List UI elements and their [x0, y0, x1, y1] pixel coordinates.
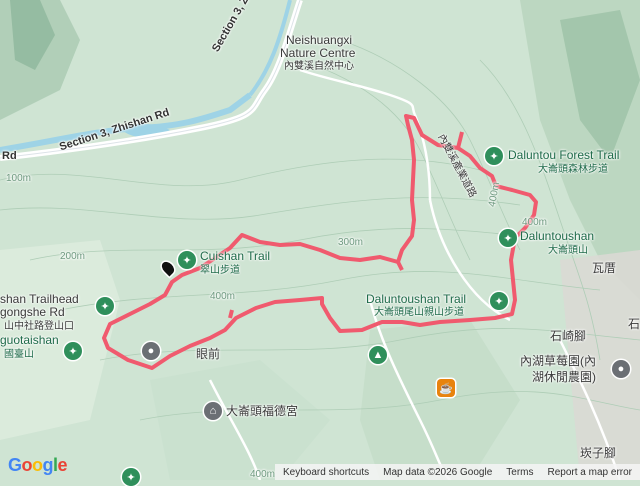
elevation-label: 200m	[60, 251, 86, 262]
place-label-caomei-1[interactable]: 內湖草莓園(內	[520, 355, 596, 368]
place-label-cuishan-zh[interactable]: 翠山步道	[200, 264, 240, 277]
place-label-cuishan-en[interactable]: Cuishan Trail	[200, 250, 270, 263]
elevation-label: 300m	[338, 237, 364, 248]
hiker-icon[interactable]: ✦	[122, 468, 140, 486]
place-label-waliao: 瓦厝	[592, 261, 617, 275]
place-label-trailhead-en2[interactable]: gongshe Rd	[0, 306, 65, 319]
place-label-daluntoushan-zh[interactable]: 大崙頭山	[548, 244, 588, 257]
place-label-neishuangxi-zh[interactable]: 內雙溪自然中心	[284, 60, 354, 73]
map-footer: Keyboard shortcuts Map data ©2026 Google…	[274, 464, 640, 480]
place-label-caomei-2[interactable]: 湖休閒農園)	[532, 371, 596, 384]
landmark-icon[interactable]: ●	[142, 342, 160, 360]
terms-link[interactable]: Terms	[506, 467, 533, 478]
cafe-icon[interactable]: ☕	[437, 379, 455, 397]
place-label-yanqian[interactable]: 眼前	[196, 348, 220, 361]
hiker-icon[interactable]: ✦	[490, 292, 508, 310]
landmark-icon[interactable]: ●	[612, 360, 630, 378]
place-label-daluntouwei-zh[interactable]: 大崙頭尾山親山步道	[374, 306, 464, 319]
place-label-kanzijiao: 崁子腳	[580, 446, 617, 460]
place-label-neishuangxi-en2[interactable]: Nature Centre	[280, 47, 355, 60]
elevation-label: 400m	[250, 469, 276, 480]
temple-icon[interactable]: ⌂	[204, 402, 222, 420]
elevation-label: 400m	[522, 217, 548, 228]
hiker-icon[interactable]: ✦	[64, 342, 82, 360]
elevation-label: 400m	[210, 291, 236, 302]
place-label-daluntouwei-en[interactable]: Daluntoushan Trail	[366, 293, 466, 306]
campsite-icon[interactable]: ▲	[369, 346, 387, 364]
place-label-fude[interactable]: 大崙頭福德宮	[226, 405, 298, 418]
hiker-icon[interactable]: ✦	[485, 147, 503, 165]
hiker-icon[interactable]: ✦	[178, 251, 196, 269]
hiker-icon[interactable]: ✦	[96, 297, 114, 315]
place-label-daluntoushan-en[interactable]: Daluntoushan	[520, 230, 594, 243]
place-label-guotaishan-zh[interactable]: 國臺山	[4, 348, 34, 361]
place-label-daluntou-forest-en[interactable]: Daluntou Forest Trail	[508, 149, 619, 162]
place-label-trailhead-zh[interactable]: 山中社路登山口	[4, 320, 74, 333]
map-data-text: Map data ©2026 Google	[383, 466, 493, 478]
report-error-link[interactable]: Report a map error	[548, 467, 632, 478]
elevation-label: 100m	[6, 173, 32, 184]
road-label-rd: Rd	[2, 150, 17, 162]
google-logo: Google	[8, 455, 68, 475]
place-label-shi: 石	[628, 317, 640, 331]
place-label-shiqijiao: 石崎腳	[550, 329, 587, 343]
hiker-icon[interactable]: ✦	[499, 229, 517, 247]
keyboard-shortcuts-link[interactable]: Keyboard shortcuts	[283, 467, 369, 478]
place-label-guotaishan-en[interactable]: guotaishan	[0, 334, 59, 347]
place-label-daluntou-forest-zh[interactable]: 大崙頭森林步道	[538, 163, 608, 176]
